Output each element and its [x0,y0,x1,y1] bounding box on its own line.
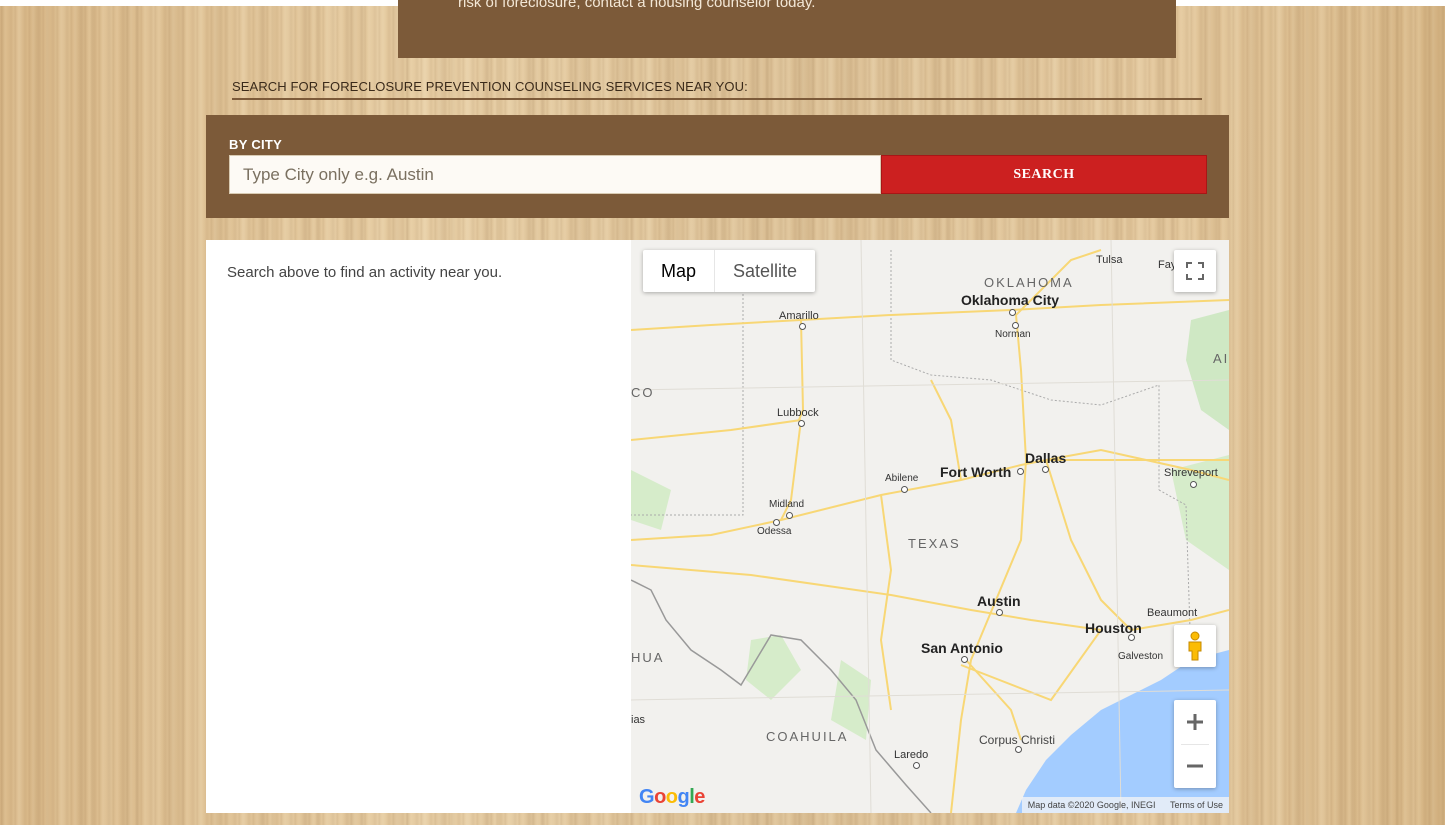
region-label-oklahoma: OKLAHOMA [984,275,1074,290]
city-search-input[interactable] [229,155,881,194]
zoom-control [1174,700,1216,788]
city-label-san-antonio: San Antonio [921,640,1003,656]
search-heading: SEARCH FOR FORECLOSURE PREVENTION COUNSE… [232,78,1202,100]
plus-icon [1187,713,1203,730]
city-label-fort-worth: Fort Worth [940,464,1012,480]
fullscreen-icon [1186,262,1204,280]
city-label-odessa: Odessa [757,526,792,537]
results-message: Search above to find an activity near yo… [227,264,503,281]
international-border [631,579,932,813]
results-panel: Search above to find an activity near yo… [206,240,631,813]
city-label-abilene: Abilene [885,473,919,484]
terms-of-use-link[interactable]: Terms of Use [1170,800,1223,810]
city-dot [1128,634,1135,641]
city-dot [798,420,805,427]
city-dot [901,486,908,493]
city-dot [961,656,968,663]
search-panel: BY CITY SEARCH [206,115,1229,218]
banner-text: risk of foreclosure, contact a housing c… [458,0,816,11]
city-dot [1012,322,1019,329]
map-type-satellite-button[interactable]: Satellite [715,250,815,292]
city-dot [1042,466,1049,473]
search-button[interactable]: SEARCH [881,155,1207,194]
region-label-texas: TEXAS [908,536,961,551]
park-area [746,635,801,700]
region-label-coahuila: COAHUILA [766,729,849,744]
city-dot [1009,309,1016,316]
park-area [831,660,871,740]
city-label-tulsa: Tulsa [1096,254,1123,266]
fullscreen-button[interactable] [1174,250,1216,292]
city-label-galveston: Galveston [1118,651,1164,662]
city-dot [773,519,780,526]
info-banner: risk of foreclosure, contact a housing c… [398,0,1176,58]
by-city-label: BY CITY [229,137,283,152]
zoom-out-button[interactable] [1174,744,1216,788]
park-area [1186,310,1229,430]
city-label-beaumont: Beaumont [1147,607,1198,619]
park-area [631,470,671,530]
map-attribution: Map data ©2020 Google, INEGI Terms of Us… [1021,797,1229,813]
city-label-laredo: Laredo [894,749,929,761]
city-dot [799,323,806,330]
city-label-lubbock: Lubbock [777,407,819,419]
city-dot [1015,746,1022,753]
city-label-midland: Midland [769,499,805,510]
region-label-chihuahua: HUA [631,650,665,665]
region-label-arkansas: AI [1213,351,1229,366]
city-dot [996,609,1003,616]
map[interactable]: OKLAHOMA TEXAS COAHUILA CO HUA AI ias Tu… [631,240,1229,813]
city-label-shreveport: Shreveport [1164,467,1218,479]
minus-icon [1187,764,1203,768]
map-base-layer [631,240,1229,813]
city-label-corpus-christi: Corpus Christi [979,733,1056,747]
city-dot [1190,481,1197,488]
region-label-new-mexico: CO [631,385,655,400]
city-label-oklahoma-city: Oklahoma City [961,292,1060,308]
map-type-control: Map Satellite [643,250,816,292]
city-label-dallas: Dallas [1025,450,1067,466]
map-type-map-button[interactable]: Map [643,250,716,292]
google-logo[interactable]: Google [639,786,705,809]
city-dot [786,512,793,519]
city-label-amarillo: Amarillo [779,310,819,322]
region-label-partial: ias [631,714,646,726]
map-data-credit: Map data ©2020 Google, INEGI [1027,800,1156,810]
city-dot [1017,468,1024,475]
city-dot [913,762,920,769]
city-label-norman: Norman [995,329,1031,340]
pegman-icon [1188,631,1202,661]
city-label-austin: Austin [977,593,1021,609]
zoom-in-button[interactable] [1174,700,1216,744]
street-view-button[interactable] [1174,625,1216,667]
